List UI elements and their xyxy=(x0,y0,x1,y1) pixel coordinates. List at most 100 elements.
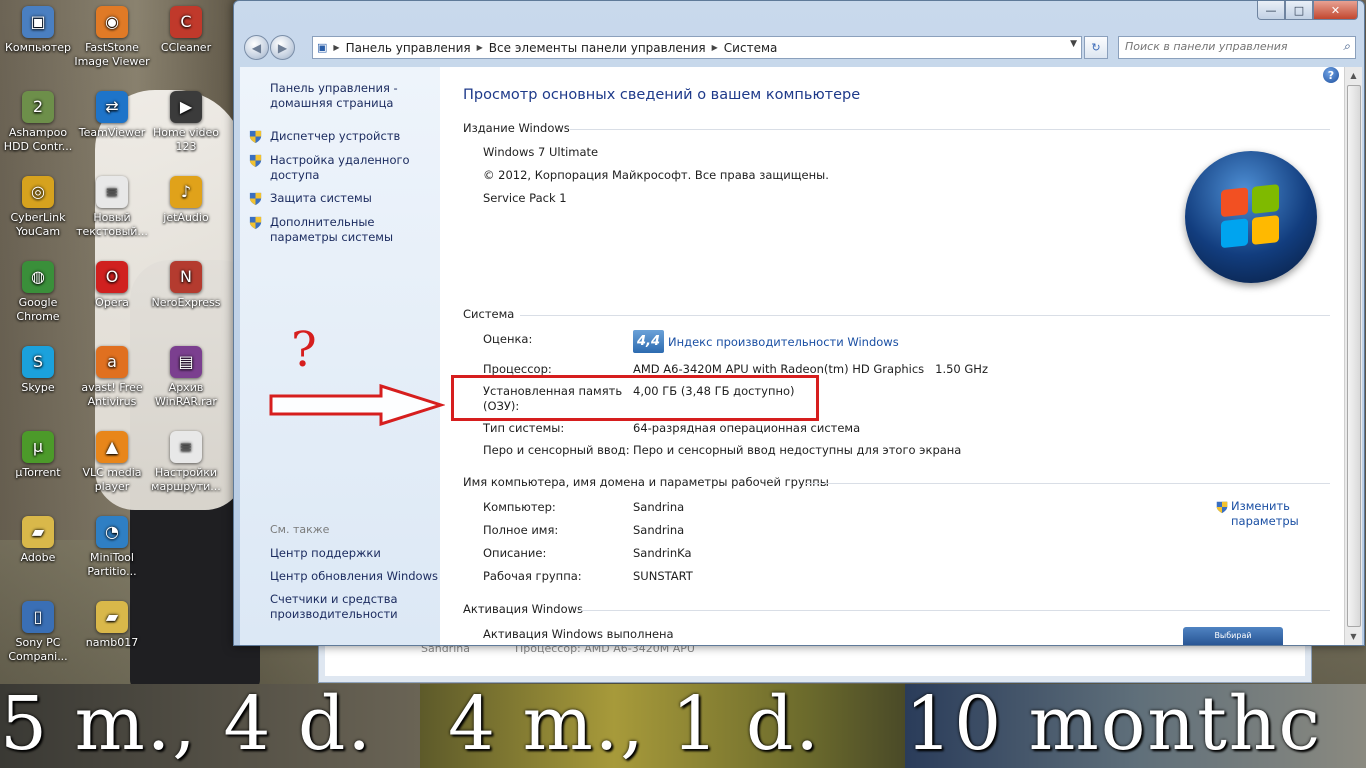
breadcrumb-separator-icon[interactable]: ▶ xyxy=(333,43,339,52)
background-window[interactable]: Sandrina Процессор: AMD A6-3420M APU xyxy=(318,640,1312,683)
desktop-icon[interactable]: ▰ Adobe xyxy=(0,516,76,565)
desktop-icon-label: NeroExpress xyxy=(151,296,221,309)
workgroup-label: Рабочая группа: xyxy=(483,569,582,583)
desktop-icon[interactable]: N NeroExpress xyxy=(148,261,224,310)
remote-settings-link[interactable]: Настройка удаленного доступа xyxy=(270,153,440,183)
search-input[interactable] xyxy=(1119,37,1335,56)
desktop-icon-label: Skype xyxy=(21,381,55,394)
uac-shield-icon xyxy=(249,192,262,206)
system-type-label: Тип системы: xyxy=(483,421,565,435)
scrollbar-thumb[interactable] xyxy=(1347,85,1361,627)
app-icon: ⇄ xyxy=(96,91,128,123)
uac-shield-icon xyxy=(249,216,262,230)
desktop-icon[interactable]: µ µTorrent xyxy=(0,431,76,480)
search-box[interactable]: ⌕ xyxy=(1118,36,1356,59)
scroll-down-icon[interactable]: ▼ xyxy=(1345,628,1362,645)
app-icon: a xyxy=(96,346,128,378)
section-divider xyxy=(570,129,1330,130)
app-icon: O xyxy=(96,261,128,293)
desktop-icon[interactable]: ♪ jetAudio xyxy=(148,176,224,225)
performance-score-badge[interactable]: 4,4 xyxy=(633,330,664,353)
forward-button[interactable]: ▶ xyxy=(270,35,295,60)
performance-index-link[interactable]: Индекс производительности Windows xyxy=(668,335,899,350)
desktop-icon[interactable]: ▤ Архив WinRAR.rar xyxy=(148,346,224,409)
address-bar[interactable]: ▣ ▶ Панель управления ▶ Все элементы пан… xyxy=(312,36,1082,59)
performance-tools-link[interactable]: Счетчики и средства производительности xyxy=(270,592,440,622)
device-manager-link[interactable]: Диспетчер устройств xyxy=(270,129,440,144)
help-icon[interactable]: ? xyxy=(1323,67,1339,83)
system-header: Система xyxy=(463,307,515,321)
maximize-button[interactable]: □ xyxy=(1285,1,1313,20)
desktop-icon[interactable]: O Opera xyxy=(74,261,150,310)
desktop-icon[interactable]: ▣ Компьютер xyxy=(0,6,76,55)
app-icon: ◔ xyxy=(96,516,128,548)
caption-buttons: — □ ✕ xyxy=(1257,1,1358,20)
breadcrumb-all-items[interactable]: Все элементы панели управления xyxy=(489,41,706,55)
desktop-icon-label: TeamViewer xyxy=(78,126,146,139)
breadcrumb-separator-icon[interactable]: ▶ xyxy=(477,43,483,52)
back-button[interactable]: ◀ xyxy=(244,35,269,60)
activation-status: Активация Windows выполнена xyxy=(483,627,674,641)
desktop-icon[interactable]: ≡ Настройки маршрути... xyxy=(148,431,224,494)
close-button[interactable]: ✕ xyxy=(1313,1,1358,20)
breadcrumb-separator-icon[interactable]: ▶ xyxy=(712,43,718,52)
vertical-scrollbar[interactable]: ▲ ▼ xyxy=(1344,67,1362,645)
desktop-icon[interactable]: ▯ Sony PC Compani... xyxy=(0,601,76,664)
section-divider xyxy=(578,610,1330,611)
computer-name-header: Имя компьютера, имя домена и параметры р… xyxy=(463,475,829,489)
desktop-icon-label: MiniTool Partitio... xyxy=(87,551,137,578)
system-window[interactable]: — □ ✕ ◀ ▶ ▣ ▶ Панель управления ▶ Все эл… xyxy=(233,0,1365,646)
change-settings-link[interactable]: Изменить параметры xyxy=(1231,499,1311,529)
breadcrumb-system[interactable]: Система xyxy=(724,41,778,55)
windows-flag-icon xyxy=(1221,184,1281,250)
desktop-icon-label: CyberLink YouCam xyxy=(10,211,66,238)
desktop-icon[interactable]: ≡ Новый текстовый... xyxy=(74,176,150,239)
desktop-icon[interactable]: ⇄ TeamViewer xyxy=(74,91,150,140)
desktop-icon-label: Новый текстовый... xyxy=(76,211,148,238)
refresh-button[interactable]: ↻ xyxy=(1084,36,1108,59)
full-name-value: Sandrina xyxy=(633,523,685,537)
address-dropdown-icon[interactable]: ▼ xyxy=(1070,39,1077,49)
desktop-icon-label: avast! Free Antivirus xyxy=(81,381,143,408)
genuine-badge-button[interactable]: Выбирай xyxy=(1183,627,1283,645)
rating-label: Оценка: xyxy=(483,332,533,346)
desktop-icon-label: FastStone Image Viewer xyxy=(74,41,150,68)
desktop-icon[interactable]: 2 Ashampoo HDD Contr... xyxy=(0,91,76,154)
desktop-icon[interactable]: ◔ MiniTool Partitio... xyxy=(74,516,150,579)
app-icon: ◍ xyxy=(22,261,54,293)
desktop-icon[interactable]: ◎ CyberLink YouCam xyxy=(0,176,76,239)
control-panel-home-link[interactable]: Панель управления - домашняя страница xyxy=(270,81,440,111)
app-icon: ≡ xyxy=(96,176,128,208)
forward-arrow-icon: ▶ xyxy=(277,40,288,55)
advanced-settings-link[interactable]: Дополнительные параметры системы xyxy=(270,215,440,245)
desktop-icon[interactable]: a avast! Free Antivirus xyxy=(74,346,150,409)
app-icon: 2 xyxy=(22,91,54,123)
desktop-icon[interactable]: ▶ Home video 123 xyxy=(148,91,224,154)
section-divider xyxy=(806,483,1330,484)
desktop-icon[interactable]: ◍ Google Chrome xyxy=(0,261,76,324)
desktop-icon-label: namb017 xyxy=(85,636,139,649)
minimize-button[interactable]: — xyxy=(1257,1,1285,20)
desktop-icon[interactable]: S Skype xyxy=(0,346,76,395)
action-center-link[interactable]: Центр поддержки xyxy=(270,546,440,561)
computer-value: Sandrina xyxy=(633,500,685,514)
app-icon: ♪ xyxy=(170,176,202,208)
desktop-icon[interactable]: C CCleaner xyxy=(148,6,224,55)
app-icon: ▲ xyxy=(96,431,128,463)
uac-shield-icon xyxy=(1216,501,1228,514)
task-pane: Панель управления - домашняя страница Ди… xyxy=(240,67,440,645)
system-protection-link[interactable]: Защита системы xyxy=(270,191,440,206)
app-icon: ▰ xyxy=(96,601,128,633)
app-icon: ▣ xyxy=(22,6,54,38)
app-icon: ▶ xyxy=(170,91,202,123)
windows-update-link[interactable]: Центр обновления Windows xyxy=(270,569,440,584)
search-icon[interactable]: ⌕ xyxy=(1343,39,1350,54)
app-icon: ▰ xyxy=(22,516,54,548)
desktop-icon[interactable]: ▰ namb017 xyxy=(74,601,150,650)
desktop-icon[interactable]: ▲ VLC media player xyxy=(74,431,150,494)
desktop-icon-label: Архив WinRAR.rar xyxy=(155,381,217,408)
scroll-up-icon[interactable]: ▲ xyxy=(1345,67,1362,84)
breadcrumb-control-panel[interactable]: Панель управления xyxy=(346,41,471,55)
desktop-icon[interactable]: ◉ FastStone Image Viewer xyxy=(74,6,150,69)
app-icon: ◉ xyxy=(96,6,128,38)
